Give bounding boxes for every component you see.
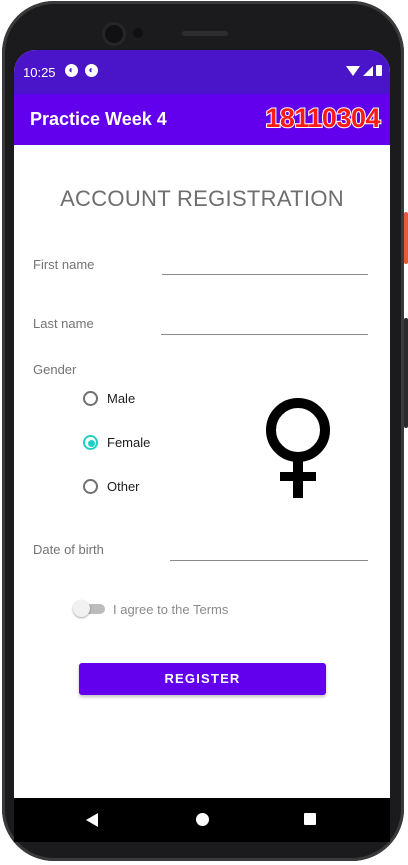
recent-apps-icon[interactable] <box>304 813 316 825</box>
radio-button[interactable] <box>83 479 98 494</box>
first-name-label: First name <box>33 257 95 272</box>
status-time: 10:25 <box>23 65 56 80</box>
last-name-label: Last name <box>33 316 94 331</box>
app-notification-icon: ◐ <box>65 64 78 77</box>
gender-option-female[interactable]: Female <box>83 435 150 450</box>
battery-icon <box>376 65 382 76</box>
status-indicators <box>346 65 382 76</box>
venus-female-symbol-icon <box>266 398 330 498</box>
radio-label: Male <box>107 391 136 406</box>
back-icon[interactable] <box>86 813 98 827</box>
app-title: Practice Week 4 <box>30 109 167 129</box>
radio-button-selected[interactable] <box>83 435 98 450</box>
register-button[interactable]: REGISTER <box>79 663 326 695</box>
gender-label: Gender <box>33 362 77 377</box>
radio-label: Female <box>107 435 151 450</box>
app-bar: Practice Week 4 18110304 <box>14 94 390 145</box>
date-of-birth-field[interactable] <box>170 540 368 561</box>
screen: 10:25 ◐ ◐ Practice Week 4 18110304 ACCOU… <box>14 50 390 800</box>
radio-label: Other <box>107 479 140 494</box>
volume-button[interactable] <box>404 318 408 428</box>
proximity-sensor <box>133 28 143 38</box>
phone-device: 10:25 ◐ ◐ Practice Week 4 18110304 ACCOU… <box>0 0 408 865</box>
gender-option-other[interactable]: Other <box>83 479 140 494</box>
terms-label: I agree to the Terms <box>113 602 229 617</box>
navigation-bar <box>14 798 390 842</box>
student-id-label: 18110304 <box>264 102 381 134</box>
last-name-field[interactable] <box>161 314 368 335</box>
home-icon[interactable] <box>196 813 209 826</box>
radio-button[interactable] <box>83 391 98 406</box>
switch-thumb[interactable] <box>73 600 90 617</box>
power-button[interactable] <box>404 212 408 264</box>
earpiece-speaker <box>182 31 228 36</box>
app-notification-icon: ◐ <box>85 64 98 77</box>
gender-option-male[interactable]: Male <box>83 391 135 406</box>
cell-signal-icon <box>363 65 373 76</box>
status-bar: 10:25 ◐ ◐ <box>14 50 390 94</box>
first-name-field[interactable] <box>162 254 368 275</box>
page-title: ACCOUNT REGISTRATION <box>60 186 344 211</box>
date-of-birth-label: Date of birth <box>33 542 104 557</box>
wifi-icon <box>346 65 360 76</box>
terms-switch[interactable] <box>73 600 105 618</box>
front-camera <box>105 25 123 43</box>
